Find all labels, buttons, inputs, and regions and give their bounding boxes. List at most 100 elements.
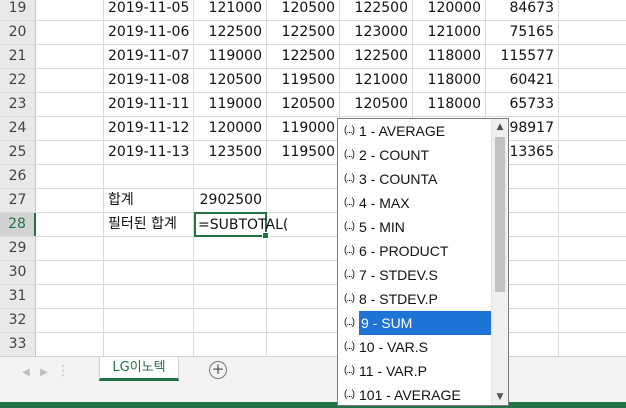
autocomplete-option[interactable]: (...) 6 - PRODUCT — [339, 239, 492, 263]
grid-cell[interactable] — [267, 333, 340, 356]
autocomplete-option[interactable]: (...) 5 - MIN — [339, 215, 492, 239]
grid-cell[interactable]: 합계 — [104, 189, 194, 212]
grid-cell[interactable] — [267, 285, 340, 308]
grid-cell[interactable] — [559, 141, 626, 164]
grid-cell[interactable]: 122500 — [340, 0, 413, 20]
grid-cell[interactable] — [559, 21, 626, 44]
row-header[interactable]: 21 — [0, 45, 36, 68]
grid-cell[interactable]: 119500 — [267, 141, 340, 164]
grid-cell[interactable] — [559, 117, 626, 140]
grid-cell[interactable] — [559, 93, 626, 116]
grid-cell[interactable] — [104, 261, 194, 284]
grid-cell[interactable]: 120500 — [267, 0, 340, 20]
grid-cell[interactable] — [36, 333, 104, 356]
grid-cell[interactable]: 필터된 합계 — [104, 213, 194, 236]
autocomplete-option[interactable]: (...) 10 - VAR.S — [339, 335, 492, 359]
grid-cell[interactable] — [36, 189, 104, 212]
grid-cell[interactable]: 121000 — [340, 69, 413, 92]
grid-cell[interactable] — [36, 213, 104, 236]
grid-cell[interactable]: 120500 — [194, 69, 267, 92]
grid-cell[interactable]: 122500 — [340, 45, 413, 68]
grid-cell[interactable] — [194, 333, 267, 356]
grid-cell[interactable] — [36, 69, 104, 92]
grid-cell[interactable] — [267, 261, 340, 284]
autocomplete-option[interactable]: (...) 3 - COUNTA — [339, 167, 492, 191]
formula-autocomplete-dropdown[interactable]: (...) 101 - AVERAGE (...) 11 - VAR.P (...) 10… — [337, 118, 509, 406]
active-cell-editor[interactable]: =SUBTOTAL( — [194, 212, 288, 239]
grid-cell[interactable] — [559, 237, 626, 260]
grid-cell[interactable] — [559, 165, 626, 188]
scroll-up-arrow-icon[interactable]: ▲ — [492, 119, 508, 135]
grid-cell[interactable]: 120500 — [267, 93, 340, 116]
grid-cell[interactable]: 121000 — [194, 0, 267, 20]
grid-cell[interactable]: 118000 — [413, 45, 486, 68]
grid-cell[interactable]: 65733 — [486, 93, 559, 116]
grid-cell[interactable] — [36, 165, 104, 188]
grid-cell[interactable]: 2019-11-05 — [104, 0, 194, 20]
grid-cell[interactable]: 2019-11-12 — [104, 117, 194, 140]
scroll-down-arrow-icon[interactable]: ▼ — [492, 389, 508, 405]
autocomplete-option[interactable]: (...) 1 - AVERAGE — [339, 119, 492, 143]
grid-cell[interactable] — [559, 189, 626, 212]
grid-cell[interactable]: 122500 — [267, 45, 340, 68]
grid-cell[interactable] — [36, 21, 104, 44]
grid-cell[interactable] — [36, 0, 104, 20]
autocomplete-option[interactable]: (...) 7 - STDEV.S — [339, 263, 492, 287]
row-header[interactable]: 26 — [0, 165, 36, 188]
grid-cell[interactable] — [194, 165, 267, 188]
autocomplete-option[interactable]: (...) 2 - COUNT — [339, 143, 492, 167]
grid-cell[interactable]: 2902500 — [194, 189, 267, 212]
row-header[interactable]: 31 — [0, 285, 36, 308]
sheet-tab-active[interactable]: LG이노텍 — [99, 357, 179, 381]
grid-cell[interactable]: 119000 — [194, 45, 267, 68]
autocomplete-option[interactable]: (...) 11 - VAR.P — [339, 359, 492, 383]
scroll-tabs-right-icon[interactable]: ▶ — [36, 365, 52, 381]
grid-cell[interactable] — [36, 261, 104, 284]
grid-cell[interactable]: 2019-11-07 — [104, 45, 194, 68]
grid-cell[interactable] — [36, 93, 104, 116]
autocomplete-option[interactable]: (...) 101 - AVERAGE — [339, 383, 492, 405]
grid-cell[interactable] — [267, 189, 340, 212]
grid-cell[interactable]: 120000 — [194, 117, 267, 140]
row-header[interactable]: 30 — [0, 261, 36, 284]
row-header[interactable]: 25 — [0, 141, 36, 164]
row-header[interactable]: 24 — [0, 117, 36, 140]
dropdown-scrollbar[interactable]: ▲ ▼ — [491, 119, 508, 405]
grid-cell[interactable]: 2019-11-08 — [104, 69, 194, 92]
grid-cell[interactable] — [36, 141, 104, 164]
grid-cell[interactable] — [36, 117, 104, 140]
grid-cell[interactable]: 75165 — [486, 21, 559, 44]
row-header[interactable]: 28 — [0, 213, 36, 236]
grid-cell[interactable]: 115577 — [486, 45, 559, 68]
grid-cell[interactable]: 118000 — [413, 69, 486, 92]
scrollbar-thumb[interactable] — [495, 137, 505, 292]
scroll-tabs-left-icon[interactable]: ◀ — [18, 365, 34, 381]
grid-cell[interactable]: 121000 — [413, 21, 486, 44]
grid-cell[interactable]: 118000 — [413, 93, 486, 116]
grid-cell[interactable]: 122500 — [267, 21, 340, 44]
grid-cell[interactable] — [104, 333, 194, 356]
row-header[interactable]: 22 — [0, 69, 36, 92]
grid-cell[interactable] — [267, 165, 340, 188]
grid-cell[interactable]: 123500 — [194, 141, 267, 164]
autocomplete-option[interactable]: (...) 9 - SUM — [344, 311, 492, 335]
grid-cell[interactable] — [267, 309, 340, 332]
grid-cell[interactable] — [104, 285, 194, 308]
grid-cell[interactable] — [559, 0, 626, 20]
grid-cell[interactable]: 2019-11-06 — [104, 21, 194, 44]
grid-cell[interactable]: 119500 — [267, 69, 340, 92]
grid-cell[interactable] — [104, 237, 194, 260]
grid-cell[interactable]: 2019-11-13 — [104, 141, 194, 164]
grid-cell[interactable] — [559, 261, 626, 284]
grid-cell[interactable] — [559, 69, 626, 92]
grid-cell[interactable]: 120500 — [340, 93, 413, 116]
grid-cell[interactable] — [104, 309, 194, 332]
grid-cell[interactable] — [36, 45, 104, 68]
grid-cell[interactable] — [194, 309, 267, 332]
grid-cell[interactable] — [267, 237, 340, 260]
grid-cell[interactable]: 60421 — [486, 69, 559, 92]
row-header[interactable]: 20 — [0, 21, 36, 44]
autocomplete-option[interactable]: (...) 4 - MAX — [339, 191, 492, 215]
grid-cell[interactable] — [194, 285, 267, 308]
autocomplete-option[interactable]: (...) 8 - STDEV.P — [339, 287, 492, 311]
